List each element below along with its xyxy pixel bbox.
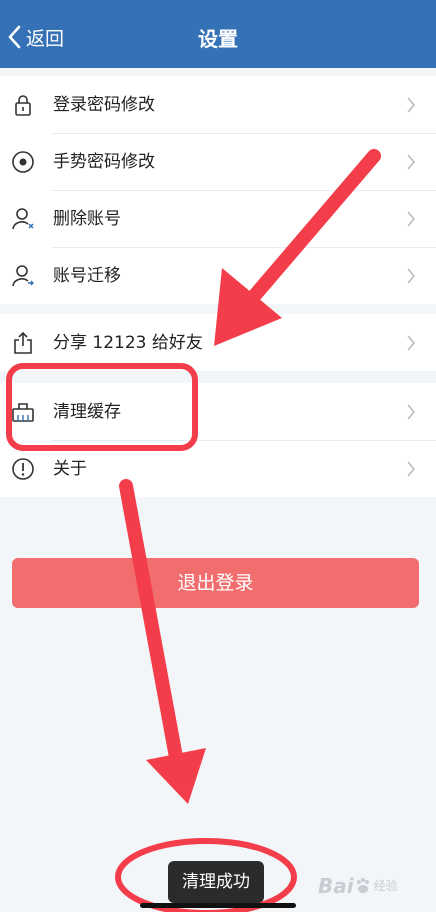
- chevron-right-icon: [407, 404, 416, 420]
- settings-item-login-password[interactable]: 登录密码修改: [0, 76, 436, 133]
- settings-item-gesture-password[interactable]: 手势密码修改: [0, 133, 436, 190]
- target-icon: [12, 151, 34, 173]
- settings-item-label: 分享 12123 给好友: [53, 333, 203, 353]
- watermark-logo: Bai: [318, 874, 354, 898]
- broom-icon: [12, 403, 34, 422]
- settings-group-share: 分享 12123 给好友: [0, 314, 436, 371]
- chevron-right-icon: [407, 211, 416, 227]
- user-migrate-icon: [12, 265, 34, 287]
- chevron-right-icon: [407, 268, 416, 284]
- settings-item-delete-account[interactable]: 删除账号: [0, 190, 436, 247]
- toast-message: 清理成功: [168, 861, 264, 903]
- settings-group-account: 登录密码修改 手势密码修改 删除账号 账号迁移: [0, 76, 436, 304]
- chevron-right-icon: [407, 97, 416, 113]
- settings-item-label: 清理缓存: [53, 402, 121, 422]
- settings-item-label: 删除账号: [53, 209, 121, 229]
- settings-item-label: 登录密码修改: [53, 95, 155, 115]
- chevron-right-icon: [407, 154, 416, 170]
- share-icon: [14, 331, 32, 354]
- settings-item-share[interactable]: 分享 12123 给好友: [0, 314, 436, 371]
- watermark-text: 经验: [373, 879, 398, 893]
- paw-icon: [356, 878, 369, 893]
- settings-item-account-migration[interactable]: 账号迁移: [0, 247, 436, 304]
- settings-group-misc: 清理缓存 关于: [0, 383, 436, 497]
- settings-item-label: 账号迁移: [53, 266, 121, 286]
- lock-icon: [15, 95, 31, 116]
- home-indicator: [140, 903, 296, 908]
- info-icon: [12, 458, 34, 480]
- chevron-right-icon: [407, 461, 416, 477]
- user-remove-icon: [12, 208, 34, 230]
- settings-item-about[interactable]: 关于: [0, 440, 436, 497]
- settings-item-label: 手势密码修改: [53, 152, 155, 172]
- header-bar: 返回 设置: [0, 0, 436, 68]
- chevron-right-icon: [407, 335, 416, 351]
- watermark: Bai 经验: [318, 864, 430, 908]
- annotation-arrow-bottom: [119, 479, 206, 804]
- logout-button[interactable]: 退出登录: [12, 558, 419, 608]
- settings-item-label: 关于: [53, 459, 87, 479]
- page-title: 设置: [198, 27, 238, 51]
- settings-item-clear-cache[interactable]: 清理缓存: [0, 383, 436, 440]
